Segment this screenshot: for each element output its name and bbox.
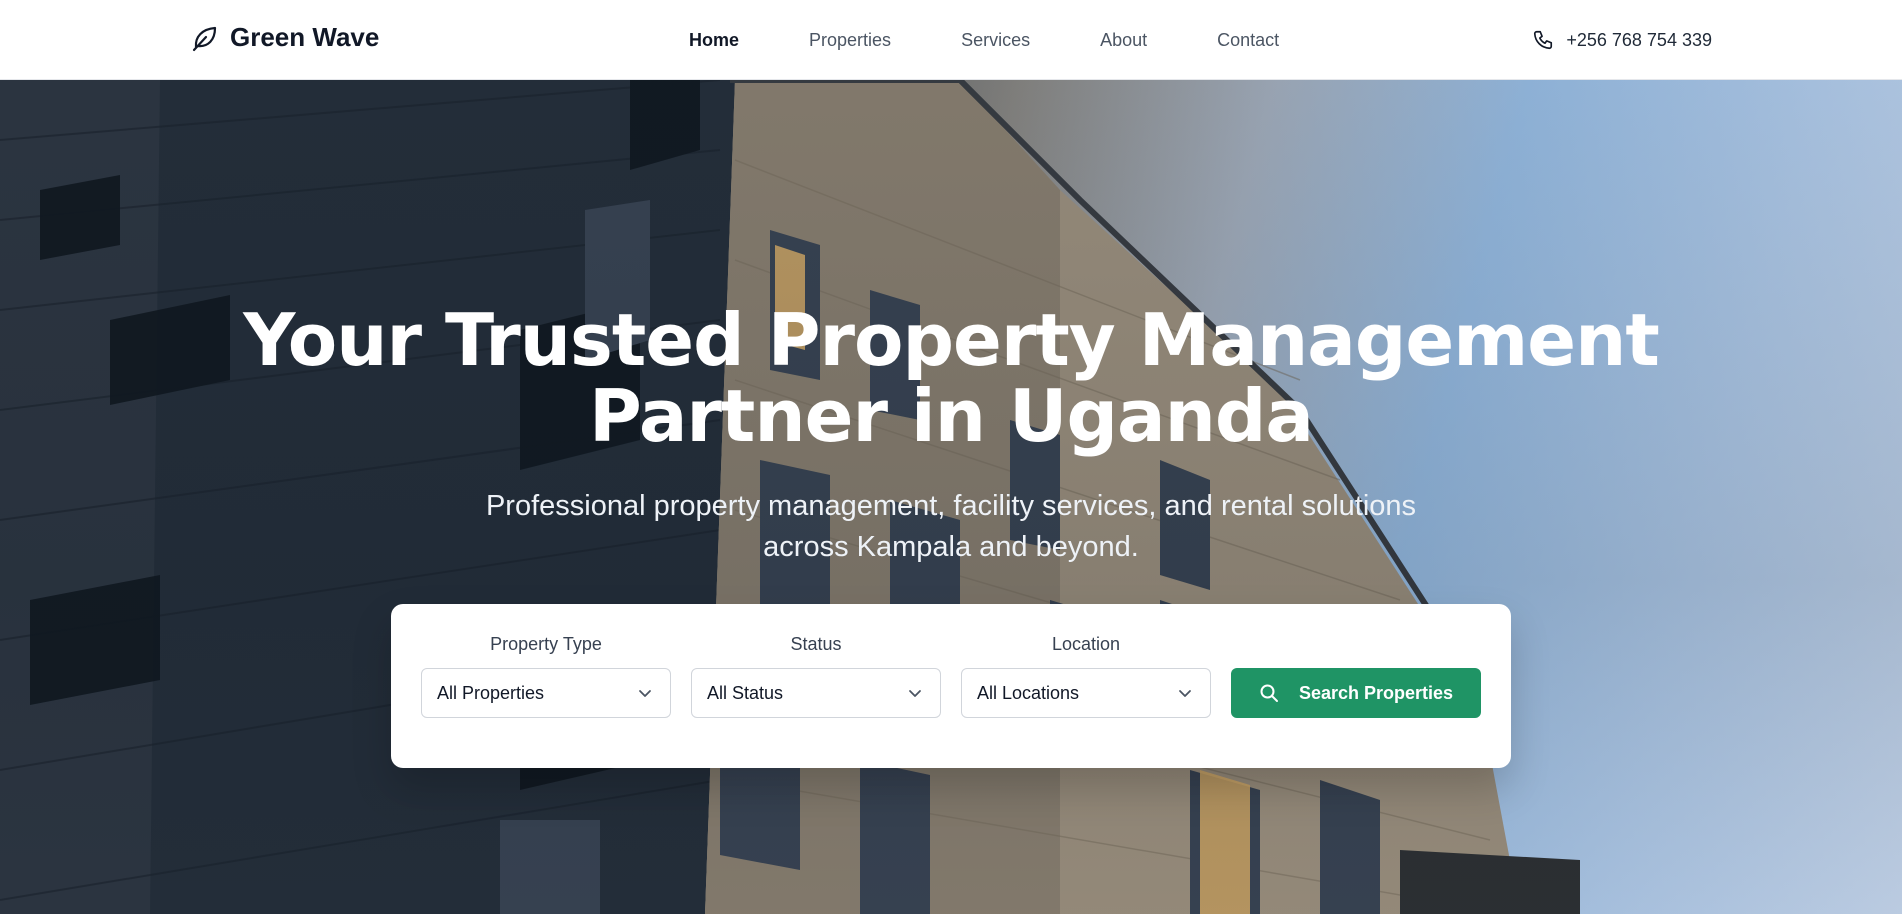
phone-icon [1534,30,1553,50]
nav-link-contact[interactable]: Contact [1217,30,1279,51]
chevron-down-icon [909,690,921,697]
phone-number: +256 768 754 339 [1566,29,1712,50]
property-search-panel: Property Type All Properties Status All … [391,604,1511,768]
nav-link-properties[interactable]: Properties [809,30,891,51]
status-field: Status All Status [691,634,941,718]
leaf-icon [192,26,217,51]
main-nav: Home Properties Services About Contact [689,0,1279,80]
search-icon [1260,684,1278,702]
chevron-down-icon [639,690,651,697]
location-select[interactable]: All Locations [961,668,1211,718]
hero-title: Your Trusted Property Management Partner… [0,302,1902,454]
nav-link-about[interactable]: About [1100,30,1147,51]
phone-contact[interactable]: +256 768 754 339 [1532,0,1712,80]
hero-title-line-1: Your Trusted Property Management [243,298,1660,382]
hero-section: Your Trusted Property Management Partner… [0,80,1902,914]
property-type-select[interactable]: All Properties [421,668,671,718]
status-value: All Status [707,682,784,703]
nav-link-services[interactable]: Services [961,30,1030,51]
status-select[interactable]: All Status [691,668,941,718]
search-button-label: Search Properties [1298,682,1454,703]
location-label: Location [1051,634,1121,654]
hero-title-line-2: Partner in Uganda [589,374,1314,458]
property-type-value: All Properties [437,682,545,703]
status-label: Status [790,634,842,654]
brand-logo[interactable]: Green Wave [190,22,379,53]
navbar: Green Wave Home Properties Services Abou… [0,0,1902,80]
hero-subtitle: Professional property management, facili… [485,490,1417,563]
property-type-field: Property Type All Properties [421,634,671,718]
brand-name: Green Wave [230,22,380,52]
nav-link-home[interactable]: Home [689,30,739,51]
property-type-label: Property Type [490,634,602,654]
chevron-down-icon [1179,690,1191,697]
location-field: Location All Locations [961,634,1211,718]
search-properties-button[interactable]: Search Properties [1231,668,1481,718]
location-value: All Locations [977,682,1080,703]
